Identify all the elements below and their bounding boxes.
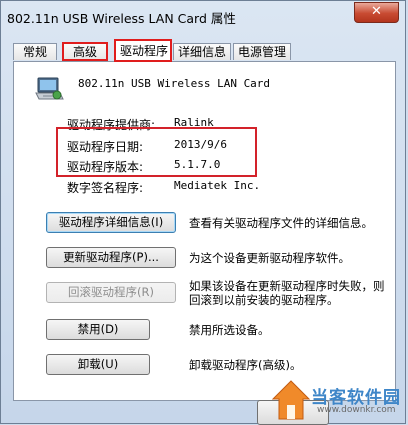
watermark-url: www.downkr.com (317, 405, 396, 415)
uninstall-button[interactable]: 卸载(U) (46, 354, 150, 375)
house-logo-icon (271, 380, 311, 420)
tab-power-management[interactable]: 电源管理 (233, 43, 291, 60)
uninstall-desc: 卸载驱动程序(高级)。 (189, 358, 302, 372)
driver-details-button[interactable]: 驱动程序详细信息(I) (46, 212, 176, 233)
disable-desc: 禁用所选设备。 (189, 323, 270, 337)
close-button[interactable]: ✕ (354, 2, 399, 23)
close-icon: ✕ (371, 4, 382, 19)
network-adapter-icon (35, 77, 64, 100)
rollback-driver-desc: 如果该设备在更新驱动程序时失败，则回滚到以前安装的驱动程序。 (189, 279, 385, 307)
disable-button[interactable]: 禁用(D) (46, 319, 150, 340)
rollback-driver-button[interactable]: 回滚驱动程序(R) (46, 282, 176, 303)
watermark: 当客软件园 www.downkr.com (271, 379, 408, 425)
update-driver-desc: 为这个设备更新驱动程序软件。 (189, 251, 350, 265)
window-title: 802.11n USB Wireless LAN Card 属性 (7, 11, 236, 26)
title-bar[interactable]: 802.11n USB Wireless LAN Card 属性 ✕ (1, 1, 405, 33)
driver-details-desc: 查看有关驱动程序文件的详细信息。 (189, 216, 373, 230)
device-name: 802.11n USB Wireless LAN Card (78, 77, 271, 90)
signer-label: 数字签名程序: (67, 181, 144, 195)
properties-window: 802.11n USB Wireless LAN Card 属性 ✕ 常规 高级… (0, 0, 408, 425)
signer-value: Mediatek Inc. (174, 179, 261, 192)
tab-strip: 常规 高级 驱动程序 详细信息 电源管理 (13, 39, 393, 62)
tab-driver[interactable]: 驱动程序 (114, 39, 172, 62)
date-version-highlight (56, 127, 257, 177)
tab-details[interactable]: 详细信息 (173, 43, 231, 60)
tab-advanced[interactable]: 高级 (62, 42, 108, 61)
driver-panel: 802.11n USB Wireless LAN Card 驱动程序提供商: R… (13, 61, 396, 401)
update-driver-button[interactable]: 更新驱动程序(P)... (46, 247, 176, 268)
tab-general[interactable]: 常规 (13, 43, 57, 60)
